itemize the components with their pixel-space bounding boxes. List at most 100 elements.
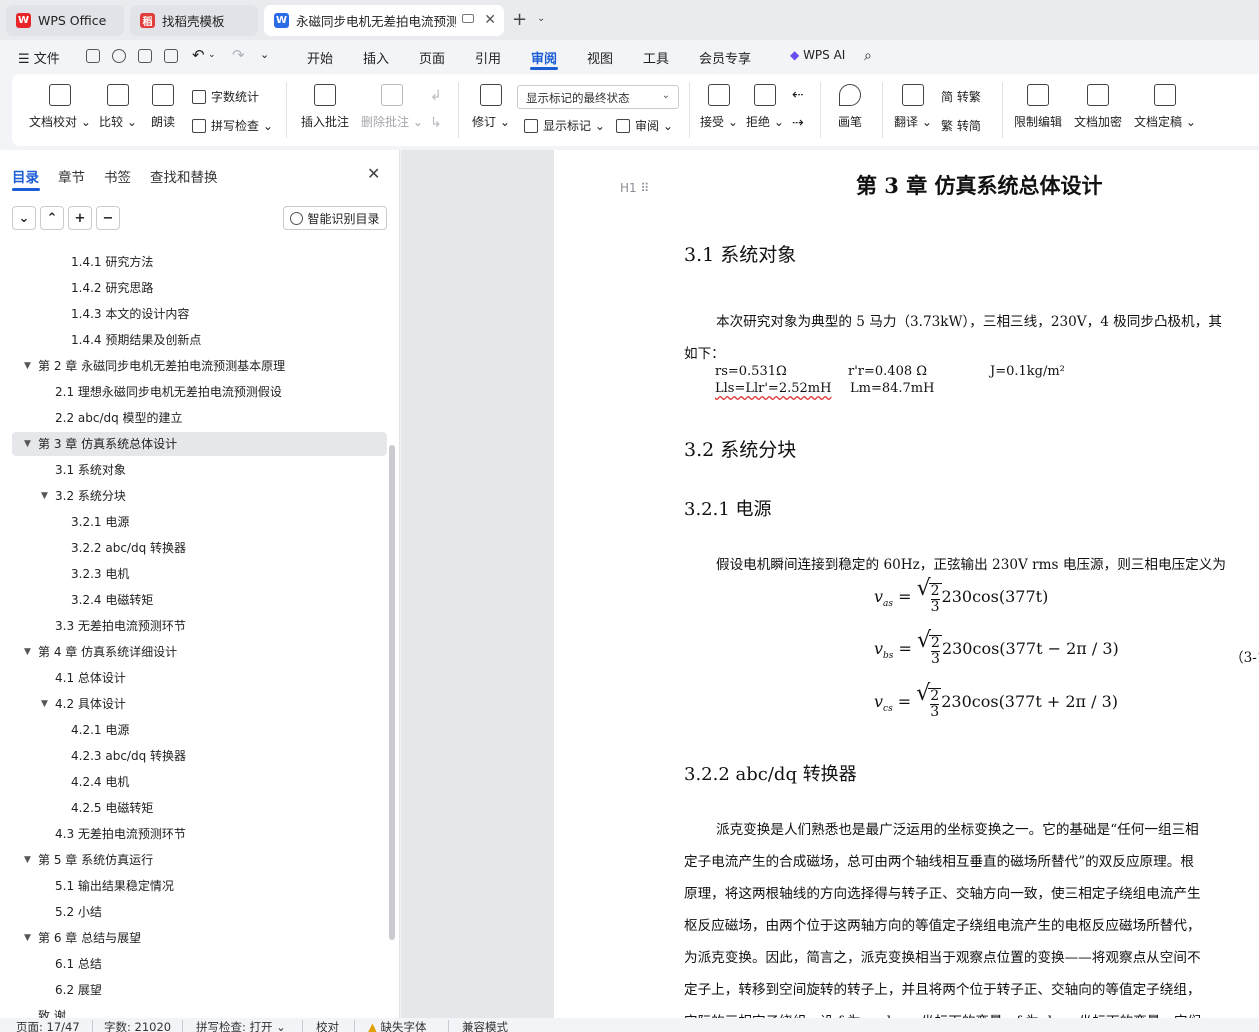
toc-item[interactable]: 3.2.4 电磁转矩 (12, 588, 387, 612)
collapse-up-button[interactable]: ⌃ (40, 206, 64, 230)
toc-item[interactable]: 1.4.1 研究方法 (12, 250, 387, 274)
more-chevron-icon[interactable]: ⌄ (260, 48, 269, 61)
review-pane-button[interactable]: 审阅 ⌄ (616, 117, 673, 134)
page-indicator[interactable]: 页面: 17/47 (16, 1019, 80, 1032)
heading-level-marker[interactable]: H1 ⠿ (620, 181, 649, 195)
nav-tab-bookmarks[interactable]: 书签 (104, 166, 131, 186)
doc-check-button[interactable]: 文档校对 ⌄ (29, 74, 91, 130)
delete-comment-button[interactable]: 删除批注 ⌄ (361, 74, 423, 130)
tab-docer[interactable]: 稻 找稻壳模板 (130, 5, 258, 36)
expand-arrow-icon[interactable]: ▼ (24, 354, 31, 378)
tab-document[interactable]: W 永磁同步电机无差拍电流预测 ✕ (264, 5, 504, 36)
missing-font-status[interactable]: ▲ 缺失字体 (368, 1019, 427, 1032)
spell-check-button[interactable]: 拼写检查 ⌄ (192, 117, 273, 134)
nav-tab-toc[interactable]: 目录 (12, 166, 39, 186)
nav-tab-chapters[interactable]: 章节 (58, 166, 85, 186)
toc-item[interactable]: 2.1 理想永磁同步电机无差拍电流预测假设 (12, 380, 387, 404)
markup-state-select[interactable]: 显示标记的最终状态 ⌄ (517, 85, 679, 109)
finalize-button[interactable]: 文档定稿 ⌄ (1134, 74, 1196, 130)
nav-tab-find-replace[interactable]: 查找和替换 (150, 166, 218, 186)
toc-item[interactable]: 4.2.3 abc/dq 转换器 (12, 744, 387, 768)
toc-item[interactable]: 1.4.2 研究思路 (12, 276, 387, 300)
menu-insert[interactable]: 插入 (363, 48, 389, 67)
toc-item[interactable]: 2.2 abc/dq 模型的建立 (12, 406, 387, 430)
toc-item[interactable]: 4.2.4 电机 (12, 770, 387, 794)
restrict-edit-button[interactable]: 限制编辑 (1014, 74, 1062, 130)
translate-button[interactable]: 翻译 ⌄ (894, 74, 932, 130)
file-menu[interactable]: ☰ 文件 (18, 48, 60, 67)
close-icon[interactable]: ✕ (367, 164, 380, 183)
accept-button[interactable]: 接受 ⌄ (700, 74, 738, 130)
toc-item[interactable]: ▼ 4.2 具体设计 (12, 692, 387, 716)
smart-toc-button[interactable]: 智能识别目录 (283, 206, 387, 230)
print-preview-icon[interactable] (164, 49, 178, 63)
toc-item[interactable]: 3.1 系统对象 (12, 458, 387, 482)
word-count-button[interactable]: 字数统计 (192, 88, 259, 105)
next-comment-icon[interactable]: ↳ (430, 115, 442, 131)
redo-icon[interactable]: ↷ (232, 46, 245, 64)
remove-heading-button[interactable]: − (96, 206, 120, 230)
menu-tools[interactable]: 工具 (643, 48, 669, 67)
toc-item[interactable]: ▼ 第 2 章 永磁同步电机无差拍电流预测基本原理 (12, 354, 387, 378)
close-icon[interactable]: ✕ (484, 12, 496, 28)
read-aloud-button[interactable]: 朗读 (151, 74, 175, 130)
ink-button[interactable]: 画笔 (838, 74, 862, 130)
tab-wps-office[interactable]: W WPS Office (6, 5, 124, 36)
toc-item[interactable]: 4.2.1 电源 (12, 718, 387, 742)
toc-item[interactable]: 4.3 无差拍电流预测环节 (12, 822, 387, 846)
spell-check-status[interactable]: 拼写检查: 打开 ⌄ (196, 1019, 286, 1032)
previous-comment-icon[interactable]: ↲ (430, 88, 442, 104)
add-heading-button[interactable]: + (68, 206, 92, 230)
expand-arrow-icon[interactable]: ▼ (24, 640, 31, 664)
expand-arrow-icon[interactable]: ▼ (24, 848, 31, 872)
expand-arrow-icon[interactable]: ▼ (41, 692, 48, 716)
toc-item[interactable]: ▼ 3.2 系统分块 (12, 484, 387, 508)
toc-item[interactable]: 3.2.3 电机 (12, 562, 387, 586)
to-simplified-button[interactable]: 繁 转简 (941, 117, 981, 134)
toc-item[interactable]: ▼ 第 4 章 仿真系统详细设计 (12, 640, 387, 664)
revise-button[interactable]: 修订 ⌄ (472, 74, 510, 130)
encrypt-button[interactable]: 文档加密 (1074, 74, 1122, 130)
toc-item[interactable]: 3.3 无差拍电流预测环节 (12, 614, 387, 638)
show-markup-button[interactable]: 显示标记 ⌄ (524, 117, 605, 134)
word-count-status[interactable]: 字数: 21020 (104, 1019, 171, 1032)
nav-scrollbar[interactable] (389, 445, 395, 940)
proofread-status[interactable]: 校对 (316, 1019, 339, 1032)
toc-item[interactable]: 3.2.2 abc/dq 转换器 (12, 536, 387, 560)
export-icon[interactable] (112, 49, 126, 63)
expand-arrow-icon[interactable]: ▼ (24, 432, 31, 456)
menu-review[interactable]: 审阅 (531, 48, 557, 67)
toc-item[interactable]: 1.4.4 预期结果及创新点 (12, 328, 387, 352)
previous-revision-icon[interactable]: ⇠ (792, 87, 804, 103)
print-icon[interactable] (138, 49, 152, 63)
menu-member[interactable]: 会员专享 (699, 48, 751, 67)
toc-item[interactable]: ▼ 第 3 章 仿真系统总体设计 (12, 432, 387, 456)
menu-view[interactable]: 视图 (587, 48, 613, 67)
menu-reference[interactable]: 引用 (475, 48, 501, 67)
expand-arrow-icon[interactable]: ▼ (24, 926, 31, 950)
toc-item[interactable]: 3.2.1 电源 (12, 510, 387, 534)
toc-item[interactable]: 1.4.3 本文的设计内容 (12, 302, 387, 326)
reject-button[interactable]: 拒绝 ⌄ (746, 74, 784, 130)
toc-item[interactable]: ▼ 第 5 章 系统仿真运行 (12, 848, 387, 872)
screen-share-icon[interactable] (462, 14, 474, 23)
chevron-down-icon[interactable]: ⌄ (537, 13, 545, 24)
new-tab-icon[interactable]: + (512, 9, 527, 30)
save-icon[interactable] (86, 49, 100, 63)
next-revision-icon[interactable]: ⇢ (792, 115, 804, 131)
expand-arrow-icon[interactable]: ▼ (41, 484, 48, 508)
compare-button[interactable]: 比较 ⌄ (99, 74, 137, 130)
toc-item[interactable]: 致 谢 (12, 1004, 387, 1018)
to-traditional-button[interactable]: 简 转繁 (941, 88, 981, 105)
wps-ai-button[interactable]: ◆ WPS AI (790, 48, 845, 62)
search-icon[interactable]: ⌕ (864, 48, 872, 64)
drag-handle-icon[interactable]: ⠿ (641, 181, 650, 195)
insert-comment-button[interactable]: 插入批注 (301, 74, 349, 130)
collapse-down-button[interactable]: ⌄ (12, 206, 36, 230)
toc-item[interactable]: 4.2.5 电磁转矩 (12, 796, 387, 820)
toc-item[interactable]: 4.1 总体设计 (12, 666, 387, 690)
chevron-down-icon[interactable]: ⌄ (208, 50, 216, 60)
menu-page[interactable]: 页面 (419, 48, 445, 67)
toc-item[interactable]: 5.2 小结 (12, 900, 387, 924)
document-page[interactable]: 第 3 章 仿真系统总体设计 3.1 系统对象 本次研究对象为典型的 5 马力（… (554, 150, 1259, 1018)
